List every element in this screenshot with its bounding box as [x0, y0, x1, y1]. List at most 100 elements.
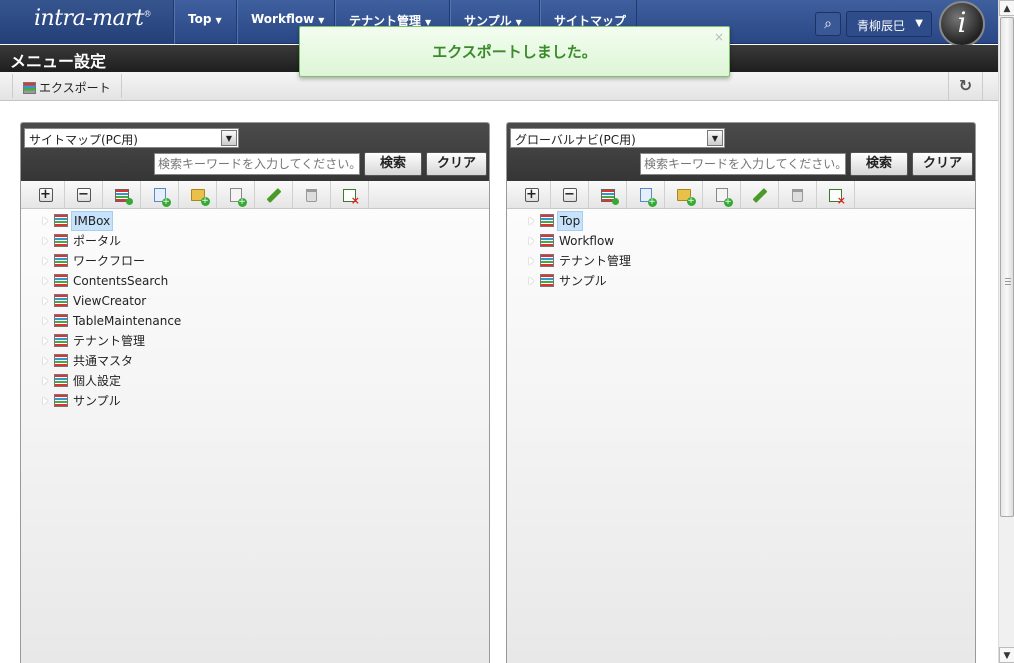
scroll-down-arrow-icon[interactable]: ▼	[999, 647, 1014, 663]
tree-node-label[interactable]: ViewCreator	[71, 292, 148, 310]
search-input[interactable]	[154, 153, 360, 175]
menu-group-icon	[54, 234, 68, 247]
check-remove-button[interactable]	[331, 181, 369, 209]
delete-button[interactable]	[779, 181, 817, 209]
menu-type-select[interactable]: グローバルナビ(PC用) ▼	[510, 128, 725, 148]
add-page-blue-button[interactable]	[627, 181, 665, 209]
tree-node-label[interactable]: 共通マスタ	[71, 352, 135, 370]
user-menu-button[interactable]: 青柳辰巳 ▼	[846, 11, 932, 37]
export-label: エクスポート	[39, 81, 111, 95]
search-button[interactable]: 検索	[850, 152, 908, 176]
expand-arrow-icon[interactable]	[43, 277, 48, 285]
add-menu-group-icon	[114, 188, 133, 205]
menu-group-icon	[54, 374, 68, 387]
add-page-blue-icon	[153, 188, 171, 207]
tree-node-label[interactable]: ポータル	[71, 232, 123, 250]
expand-arrow-icon[interactable]	[43, 317, 48, 325]
nav-top[interactable]: Top ▼	[173, 0, 236, 44]
expand-arrow-icon[interactable]	[43, 297, 48, 305]
export-button[interactable]: エクスポート	[12, 74, 122, 98]
search-icon: ⌕	[824, 16, 832, 32]
delete-icon	[792, 188, 803, 202]
add-page-blue-button[interactable]	[141, 181, 179, 209]
edit-icon	[752, 187, 767, 203]
tree-node-label[interactable]: サンプル	[557, 272, 609, 290]
menu-group-icon	[540, 274, 554, 287]
intra-mart-logo[interactable]: intra-mart®	[0, 0, 173, 44]
intra-mart-i-logo[interactable]: i	[939, 1, 985, 47]
tree-node-label[interactable]: 個人設定	[71, 372, 123, 390]
tree-node-label[interactable]: TableMaintenance	[71, 312, 183, 330]
refresh-icon: ↻	[958, 76, 973, 95]
menu-group-icon	[54, 394, 68, 407]
search-button[interactable]: 検索	[364, 152, 422, 176]
clear-button[interactable]: クリア	[912, 152, 973, 176]
tree-node-label[interactable]: ワークフロー	[71, 252, 147, 270]
vertical-scrollbar[interactable]: ▲ ▼	[998, 0, 1014, 663]
expand-arrow-icon[interactable]	[43, 377, 48, 385]
menu-type-select[interactable]: サイトマップ(PC用) ▼	[24, 128, 239, 148]
expand-arrow-icon[interactable]	[529, 277, 534, 285]
edit-button[interactable]	[255, 181, 293, 209]
add-folder-button[interactable]	[665, 181, 703, 209]
scrollbar-grip-icon	[1005, 278, 1011, 286]
tree-node-label[interactable]: Workflow	[557, 232, 616, 250]
scroll-up-arrow-icon[interactable]: ▲	[999, 0, 1014, 16]
expand-all-icon: +	[38, 187, 53, 202]
panel-header: グローバルナビ(PC用) ▼ 検索 クリア	[507, 123, 975, 181]
select-value: サイトマップ(PC用)	[29, 133, 138, 147]
add-menu-group-icon	[600, 188, 619, 205]
search-input[interactable]	[640, 153, 846, 175]
chevron-down-icon: ▼	[215, 16, 222, 25]
menu-group-icon	[54, 214, 68, 227]
expand-arrow-icon[interactable]	[43, 357, 48, 365]
export-success-notification: エクスポートしました。 ×	[299, 26, 730, 77]
add-folder-button[interactable]	[179, 181, 217, 209]
chevron-down-icon: ▼	[221, 130, 237, 146]
tree-node-label[interactable]: Top	[557, 211, 584, 231]
delete-icon	[306, 188, 317, 202]
chevron-down-icon: ▼	[318, 16, 325, 25]
tree-node-label[interactable]: ContentsSearch	[71, 272, 170, 290]
menu-group-icon	[54, 354, 68, 367]
add-menu-group-button[interactable]	[589, 181, 627, 209]
add-page-button[interactable]	[703, 181, 741, 209]
panel-header: サイトマップ(PC用) ▼ 検索 クリア	[21, 123, 489, 181]
add-page-blue-icon	[639, 188, 657, 207]
expand-arrow-icon[interactable]	[43, 337, 48, 345]
expand-arrow-icon[interactable]	[529, 217, 534, 225]
menu-group-icon	[54, 314, 68, 327]
collapse-all-button[interactable]: −	[551, 181, 589, 209]
edit-icon	[266, 187, 281, 203]
refresh-button[interactable]: ↻	[948, 72, 983, 100]
tree-node-label[interactable]: IMBox	[71, 211, 114, 231]
close-icon[interactable]: ×	[714, 30, 724, 44]
expand-arrow-icon[interactable]	[43, 257, 48, 265]
expand-all-button[interactable]: +	[513, 181, 551, 209]
expand-all-icon: +	[524, 187, 539, 202]
tree-node-label[interactable]: サンプル	[71, 392, 123, 410]
edit-button[interactable]	[741, 181, 779, 209]
global-nav-panel: グローバルナビ(PC用) ▼ 検索 クリア + − Top Workflow テナ…	[506, 122, 976, 663]
delete-button[interactable]	[293, 181, 331, 209]
scrollbar-thumb[interactable]	[1000, 17, 1014, 517]
tree-node-label[interactable]: テナント管理	[557, 252, 633, 270]
expand-arrow-icon[interactable]	[529, 237, 534, 245]
tree-node-label[interactable]: テナント管理	[71, 332, 147, 350]
clear-button[interactable]: クリア	[426, 152, 487, 176]
expand-arrow-icon[interactable]	[43, 217, 48, 225]
collapse-all-button[interactable]: −	[65, 181, 103, 209]
chevron-down-icon: ▼	[915, 18, 923, 29]
expand-arrow-icon[interactable]	[43, 237, 48, 245]
expand-arrow-icon[interactable]	[43, 397, 48, 405]
search-button[interactable]: ⌕	[815, 12, 841, 36]
menu-group-icon	[54, 274, 68, 287]
add-page-button[interactable]	[217, 181, 255, 209]
expand-all-button[interactable]: +	[27, 181, 65, 209]
add-page-icon	[229, 188, 247, 207]
nav-top-label: Top	[188, 12, 212, 26]
check-remove-button[interactable]	[817, 181, 855, 209]
expand-arrow-icon[interactable]	[529, 257, 534, 265]
add-menu-group-button[interactable]	[103, 181, 141, 209]
nav-workflow-label: Workflow	[251, 12, 315, 26]
